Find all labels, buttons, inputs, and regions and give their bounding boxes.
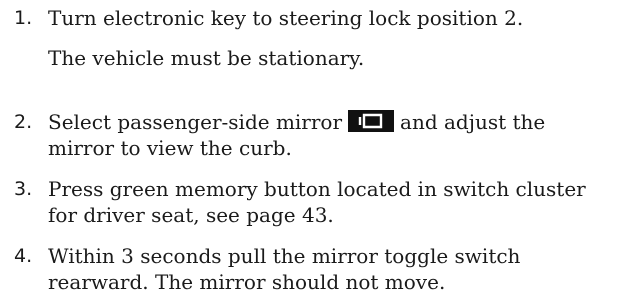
step-text: mirror to view the curb.: [48, 136, 292, 160]
step-number: 2.: [14, 111, 33, 133]
step-4: 4. Within 3 seconds pull the mirror togg…: [0, 243, 621, 295]
step-number: 1.: [14, 7, 33, 29]
step-text: Turn electronic key to steering lock pos…: [48, 6, 524, 30]
step-text-line: Select passenger-side mirror and adjust t…: [48, 109, 621, 135]
step-number: 3.: [14, 178, 33, 200]
passenger-side-mirror-icon: [348, 110, 395, 132]
step-note: The vehicle must be stationary.: [48, 46, 365, 70]
step-text: rearward. The mirror should not move.: [48, 270, 446, 294]
step-text: and adjust the: [400, 110, 546, 134]
step-1: 1. Turn electronic key to steering lock …: [0, 5, 621, 71]
step-2: 2. Select passenger-side mirror and adjus…: [0, 109, 621, 161]
step-text: for driver seat, see page 43.: [48, 203, 334, 227]
step-text: Within 3 seconds pull the mirror toggle …: [48, 244, 521, 268]
step-3: 3. Press green memory button located in …: [0, 176, 621, 228]
step-text: Press green memory button located in swi…: [48, 177, 586, 201]
step-text: Select passenger-side mirror: [48, 110, 343, 134]
step-number: 4.: [14, 245, 33, 267]
